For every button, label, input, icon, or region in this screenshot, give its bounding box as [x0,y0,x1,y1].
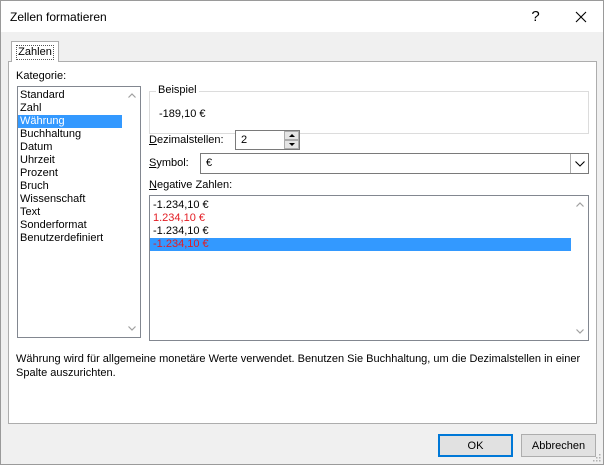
close-icon [575,11,586,22]
category-item[interactable]: Benutzerdefiniert [18,232,122,245]
negative-format-item[interactable]: -1.234,10 € [150,199,571,212]
category-item[interactable]: Datum [18,141,122,154]
scroll-down-button[interactable] [571,323,588,340]
category-scrollbar[interactable] [123,87,140,337]
category-item[interactable]: Uhrzeit [18,154,122,167]
tab-panel-zahlen: Kategorie: Standard Zahl Währung Buchhaltun… [8,61,597,424]
category-listbox[interactable]: Standard Zahl Währung Buchhaltung Datum Uhrze… [17,86,141,338]
symbol-label: Symbol: [149,157,189,169]
category-item[interactable]: Standard [18,89,122,102]
decimal-places-value: 2 [241,134,248,146]
stepper-down-button[interactable] [284,140,299,149]
category-item[interactable]: Buchhaltung [18,128,122,141]
category-item[interactable]: Währung [18,115,122,128]
chevron-down-icon [575,329,584,334]
negative-numbers-label: Negative Zahlen: [149,179,233,191]
negative-format-item[interactable]: -1.234,10 € [150,238,571,251]
scroll-up-button[interactable] [571,196,588,213]
negative-format-item[interactable]: 1.234,10 € [150,212,571,225]
title-bar: Zellen formatieren ? [1,1,603,32]
scroll-down-button[interactable] [123,320,140,337]
chevron-up-icon [127,93,136,98]
negative-format-item[interactable]: -1.234,10 € [150,225,571,238]
triangle-up-icon [288,134,295,137]
negative-numbers-label-rest: egative Zahlen: [156,179,233,191]
cancel-button[interactable]: Abbrechen [521,434,596,457]
category-item[interactable]: Text [18,206,122,219]
category-item[interactable]: Wissenschaft [18,193,122,206]
sample-group: Beispiel -189,10 € [149,84,589,134]
scroll-up-button[interactable] [123,87,140,104]
symbol-value: € [206,157,213,169]
stepper-up-button[interactable] [284,131,299,140]
negative-numbers-listbox[interactable]: -1.234,10 €1.234,10 € -1.234,10 € -1.234,1… [149,195,589,341]
category-description: Währung wird für allgemeine monetäre Wer… [16,353,581,379]
window-title: Zellen formatieren [10,10,107,24]
symbol-label-rest: ymbol: [156,157,189,169]
ok-button[interactable]: OK [438,434,513,457]
tab-zahlen-label: Zahlen [16,44,54,60]
category-items: Standard Zahl Währung Buchhaltung Datum Uhrze… [18,87,140,245]
decimal-places-label-rest: ezimalstellen: [156,134,224,146]
sample-value: -189,10 € [159,108,206,120]
stepper-buttons [284,131,299,149]
chevron-up-icon [575,202,584,207]
category-label: Kategorie: [16,70,67,82]
help-button[interactable]: ? [513,1,558,32]
format-cells-dialog: Zellen formatieren ? Zahlen Kategorie: S… [0,0,604,465]
decimal-places-stepper[interactable]: 2 [235,130,300,150]
symbol-dropdown-button[interactable] [570,154,588,173]
category-item[interactable]: Bruch [18,180,122,193]
help-icon: ? [531,8,540,25]
category-item[interactable]: Zahl [18,102,122,115]
triangle-down-icon [288,143,295,146]
close-button[interactable] [558,1,603,32]
decimal-places-label: Dezimalstellen: [149,134,224,146]
sample-legend: Beispiel [156,84,199,96]
symbol-combobox[interactable]: € [200,153,589,174]
negative-numbers-items: -1.234,10 €1.234,10 € -1.234,10 € -1.234,1… [150,196,571,251]
negative-numbers-scrollbar[interactable] [571,196,588,340]
resize-grip-icon[interactable] [591,452,601,462]
tab-zahlen[interactable]: Zahlen [11,41,59,62]
category-item[interactable]: Sonderformat [18,219,122,232]
chevron-down-icon [127,326,136,331]
chevron-down-icon [574,160,585,167]
category-item[interactable]: Prozent [18,167,122,180]
